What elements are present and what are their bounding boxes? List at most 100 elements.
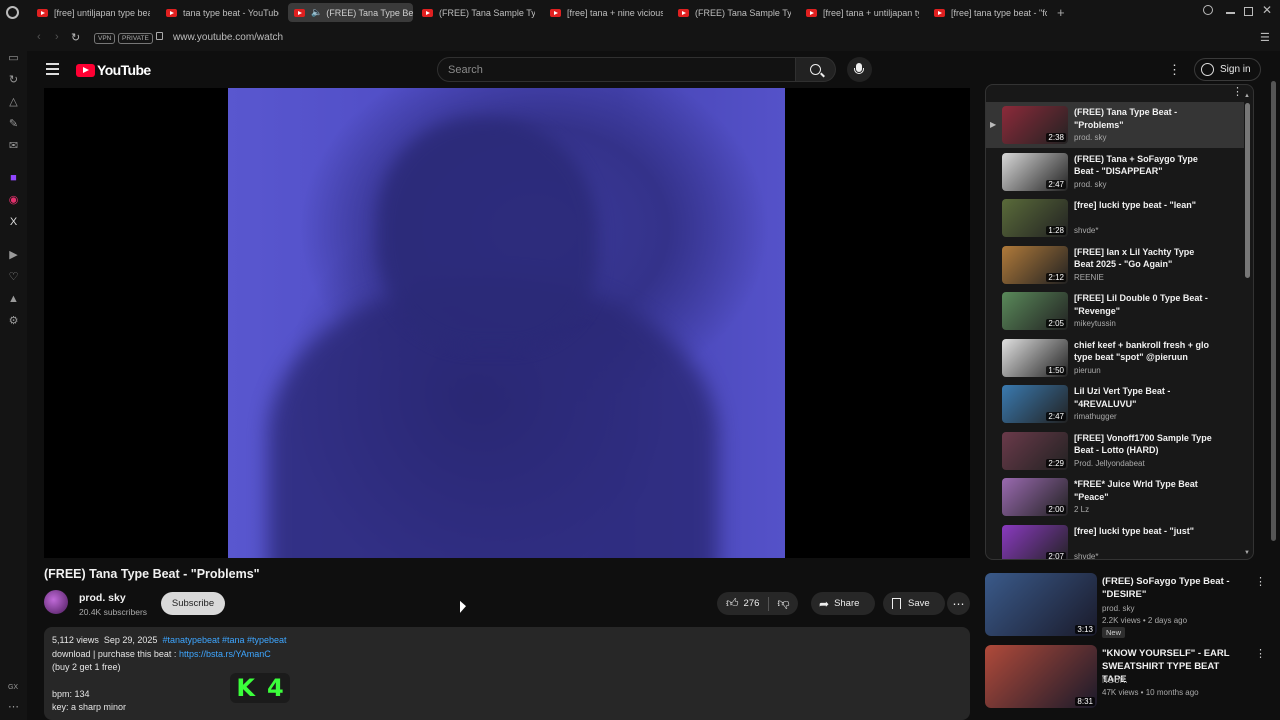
playlist-title[interactable]: [FREE] Ian x Lil Yachty Type Beat 2025 -… <box>1074 246 1214 271</box>
speaker-icon[interactable]: 🔈 <box>311 7 322 18</box>
back-icon[interactable]: ‹ <box>37 31 41 43</box>
playlist-channel[interactable]: mikeytussin <box>1074 319 1116 328</box>
playlist-channel[interactable]: pieruun <box>1074 366 1101 375</box>
playlist-item[interactable]: 2:47 (FREE) Tana + SoFaygo Type Beat - "D… <box>986 149 1244 195</box>
playlist-title[interactable]: Lil Uzi Vert Type Beat - "4REVALUVU" <box>1074 385 1214 410</box>
subscribe-button[interactable]: Subscribe <box>161 592 225 615</box>
playlist-thumbnail[interactable]: 2:00 <box>1002 478 1068 516</box>
dislike-button[interactable]: 👎︎ <box>769 596 789 611</box>
heart-icon[interactable]: ♡ <box>7 271 20 284</box>
playlist-title[interactable]: chief keef + bankroll fresh + glo type b… <box>1074 339 1214 364</box>
playlist-menu-icon[interactable]: ⋮ <box>1232 85 1243 98</box>
playlist-item[interactable]: 2:47 Lil Uzi Vert Type Beat - "4REVALUVU"… <box>986 381 1244 427</box>
page-scrollbar[interactable] <box>1271 81 1276 541</box>
playlist-channel[interactable]: rimathugger <box>1074 412 1117 421</box>
player-icon[interactable]: △ <box>7 96 20 109</box>
minimize-icon[interactable] <box>1226 12 1235 14</box>
playlist-title[interactable]: [free] lucki type beat - "lean" <box>1074 199 1214 212</box>
playlist-scrollbar[interactable] <box>1245 103 1250 278</box>
scroll-down-icon[interactable]: ▼ <box>1244 550 1250 556</box>
lock-icon[interactable] <box>156 32 163 40</box>
channel-avatar[interactable] <box>44 590 68 614</box>
gx-label[interactable]: GX <box>5 681 21 694</box>
sign-in-button[interactable]: Sign in <box>1194 58 1261 81</box>
menu-icon[interactable] <box>46 63 59 75</box>
tab-7[interactable]: [free] tana + untiljapan ty <box>806 3 919 22</box>
youtube-logo[interactable]: YouTube <box>76 62 151 78</box>
playlist-title[interactable]: (FREE) Tana + SoFaygo Type Beat - "DISAP… <box>1074 153 1214 178</box>
playlist-title[interactable]: (FREE) Tana Type Beat - "Problems" <box>1074 106 1214 131</box>
playlist-thumbnail[interactable]: 2:47 <box>1002 385 1068 423</box>
cube-icon[interactable]: ▲ <box>7 293 20 306</box>
search-tabs-icon[interactable] <box>1203 5 1213 15</box>
playlist-channel[interactable]: Prod. Jellyondabeat <box>1074 459 1145 468</box>
twitch-icon[interactable]: ■ <box>7 172 20 185</box>
tab-4[interactable]: (FREE) Tana Sample Type <box>422 3 535 22</box>
settings-icon[interactable]: ⚙ <box>7 315 20 328</box>
maximize-icon[interactable] <box>1244 7 1253 16</box>
playlist-channel[interactable]: prod. sky <box>1074 133 1106 142</box>
browser-menu-icon[interactable] <box>6 6 19 19</box>
playlist-channel[interactable]: shvde* <box>1074 552 1098 560</box>
recommended-video[interactable]: 8:31 "KNOW YOURSELF" - EARL SWEATSHIRT TY… <box>985 645 1270 711</box>
reload-icon[interactable]: ↻ <box>71 31 80 44</box>
close-window-icon[interactable]: ✕ <box>1262 3 1272 17</box>
tab-1[interactable]: [free] untiljapan type beat <box>37 3 150 22</box>
messenger-icon[interactable]: ▭ <box>7 52 20 65</box>
mail-icon[interactable]: ✉ <box>7 140 20 153</box>
tab-6[interactable]: (FREE) Tana Sample Type <box>678 3 791 22</box>
scroll-up-icon[interactable]: ▲ <box>1244 93 1250 99</box>
playlist-item[interactable]: 1:28 [free] lucki type beat - "lean" shvde… <box>986 195 1244 241</box>
beat-link[interactable]: https://bsta.rs/YAmanC <box>179 649 271 659</box>
description-box[interactable]: 5,112 views Sep 29, 2025 #tanatypebeat #… <box>44 627 970 720</box>
search-button[interactable] <box>796 57 836 82</box>
voice-search-button[interactable] <box>847 57 872 82</box>
playlist-thumbnail[interactable]: 1:50 <box>1002 338 1068 377</box>
recommended-channel[interactable]: NOUR. <box>1102 676 1128 685</box>
forward-icon[interactable]: › <box>55 31 59 43</box>
search-input[interactable] <box>448 58 788 81</box>
playlist-thumbnail[interactable]: 2:38 <box>1002 106 1068 144</box>
playlist-item[interactable]: 2:05 [FREE] Lil Double 0 Type Beat - "Rev… <box>986 288 1244 334</box>
playlist-item[interactable]: 2:29 [FREE] Vonoff1700 Sample Type Beat -… <box>986 428 1244 474</box>
playlist-thumbnail[interactable]: 2:07 <box>1002 524 1068 559</box>
share-button[interactable]: ➦ Share <box>811 592 875 615</box>
history-icon[interactable]: ↻ <box>7 74 20 87</box>
playlist-item[interactable]: 1:50 chief keef + bankroll fresh + glo ty… <box>986 335 1244 381</box>
recommended-thumbnail[interactable]: 3:13 <box>985 573 1097 636</box>
playlist-channel[interactable]: prod. sky <box>1074 180 1106 189</box>
playlist-thumbnail[interactable]: 2:47 <box>1002 152 1068 191</box>
playlist-item[interactable]: ▶ 2:38 (FREE) Tana Type Beat - "Problems" p… <box>986 102 1244 148</box>
more-options-icon[interactable]: ⋮ <box>1255 647 1266 660</box>
playlist-title[interactable]: [FREE] Lil Double 0 Type Beat - "Revenge… <box>1074 292 1214 317</box>
player-circle-icon[interactable]: ▶ <box>7 249 20 262</box>
more-options-icon[interactable]: ⋮ <box>1255 575 1266 588</box>
more-icon[interactable]: ⋯ <box>7 701 20 714</box>
like-button[interactable]: 👍︎ 276 <box>717 596 759 611</box>
playlist-channel[interactable]: 2 Lz <box>1074 505 1089 514</box>
new-tab-icon[interactable]: + <box>1057 5 1065 20</box>
more-options-icon[interactable]: ⋮ <box>1168 62 1181 78</box>
x-twitter-icon[interactable]: X <box>7 216 20 229</box>
recommended-title[interactable]: (FREE) SoFaygo Type Beat - "DESIRE" <box>1102 575 1242 601</box>
playlist-item[interactable]: 2:12 [FREE] Ian x Lil Yachty Type Beat 20… <box>986 242 1244 288</box>
tab-5[interactable]: [free] tana + nine vicious <box>550 3 663 22</box>
playlist-title[interactable]: [FREE] Vonoff1700 Sample Type Beat - Lot… <box>1074 432 1214 457</box>
playlist-thumbnail[interactable]: 1:28 <box>1002 199 1068 237</box>
video-player[interactable] <box>44 88 970 558</box>
save-button[interactable]: Save <box>883 592 945 615</box>
recommended-channel[interactable]: prod. sky <box>1102 604 1134 613</box>
tab-2[interactable]: tana type beat - YouTube <box>166 3 279 22</box>
channel-name[interactable]: prod. sky <box>79 592 126 604</box>
tab-3-active[interactable]: 🔈 (FREE) Tana Type Beat <box>288 3 413 22</box>
hashtag-links[interactable]: #tanatypebeat #tana #typebeat <box>162 635 286 645</box>
playlist-title[interactable]: *FREE* Juice Wrld Type Beat "Peace" <box>1074 478 1214 503</box>
vpn-badge[interactable]: VPN <box>94 33 116 44</box>
notes-icon[interactable]: ✎ <box>7 118 20 131</box>
playlist-channel[interactable]: shvde* <box>1074 226 1098 235</box>
playlist-thumbnail[interactable]: 2:05 <box>1002 292 1068 330</box>
more-actions-button[interactable]: ⋯ <box>947 592 970 615</box>
tab-8[interactable]: [free] tana type beat - "fo <box>934 3 1047 22</box>
recommended-thumbnail[interactable]: 8:31 <box>985 645 1097 708</box>
playlist-thumbnail[interactable]: 2:12 <box>1002 245 1068 284</box>
